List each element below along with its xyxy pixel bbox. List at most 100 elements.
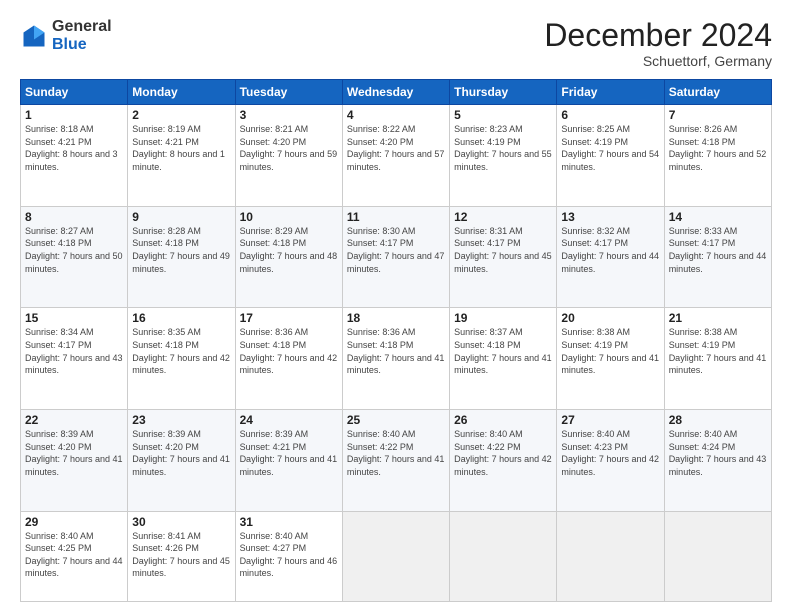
table-row: 20Sunrise: 8:38 AMSunset: 4:19 PMDayligh… <box>557 308 664 410</box>
table-row: 6Sunrise: 8:25 AMSunset: 4:19 PMDaylight… <box>557 105 664 207</box>
day-info: Sunrise: 8:29 AMSunset: 4:18 PMDaylight:… <box>240 225 338 275</box>
table-row: 14Sunrise: 8:33 AMSunset: 4:17 PMDayligh… <box>664 206 771 308</box>
table-row: 19Sunrise: 8:37 AMSunset: 4:18 PMDayligh… <box>450 308 557 410</box>
logo-blue-text: Blue <box>52 36 87 53</box>
day-number: 13 <box>561 210 659 224</box>
day-number: 7 <box>669 108 767 122</box>
day-info: Sunrise: 8:26 AMSunset: 4:18 PMDaylight:… <box>669 123 767 173</box>
day-info: Sunrise: 8:37 AMSunset: 4:18 PMDaylight:… <box>454 326 552 376</box>
day-info: Sunrise: 8:41 AMSunset: 4:26 PMDaylight:… <box>132 530 230 580</box>
day-number: 11 <box>347 210 445 224</box>
day-info: Sunrise: 8:25 AMSunset: 4:19 PMDaylight:… <box>561 123 659 173</box>
table-row <box>664 511 771 601</box>
day-info: Sunrise: 8:40 AMSunset: 4:22 PMDaylight:… <box>454 428 552 478</box>
table-row: 3Sunrise: 8:21 AMSunset: 4:20 PMDaylight… <box>235 105 342 207</box>
day-info: Sunrise: 8:40 AMSunset: 4:27 PMDaylight:… <box>240 530 338 580</box>
table-row: 13Sunrise: 8:32 AMSunset: 4:17 PMDayligh… <box>557 206 664 308</box>
col-saturday: Saturday <box>664 80 771 105</box>
table-row: 11Sunrise: 8:30 AMSunset: 4:17 PMDayligh… <box>342 206 449 308</box>
table-row: 23Sunrise: 8:39 AMSunset: 4:20 PMDayligh… <box>128 410 235 512</box>
day-info: Sunrise: 8:34 AMSunset: 4:17 PMDaylight:… <box>25 326 123 376</box>
table-row: 27Sunrise: 8:40 AMSunset: 4:23 PMDayligh… <box>557 410 664 512</box>
table-row: 5Sunrise: 8:23 AMSunset: 4:19 PMDaylight… <box>450 105 557 207</box>
day-number: 26 <box>454 413 552 427</box>
day-number: 24 <box>240 413 338 427</box>
day-number: 10 <box>240 210 338 224</box>
day-number: 14 <box>669 210 767 224</box>
day-info: Sunrise: 8:33 AMSunset: 4:17 PMDaylight:… <box>669 225 767 275</box>
table-row: 8Sunrise: 8:27 AMSunset: 4:18 PMDaylight… <box>21 206 128 308</box>
col-friday: Friday <box>557 80 664 105</box>
table-row <box>557 511 664 601</box>
day-number: 29 <box>25 515 123 529</box>
table-row: 28Sunrise: 8:40 AMSunset: 4:24 PMDayligh… <box>664 410 771 512</box>
day-number: 9 <box>132 210 230 224</box>
day-info: Sunrise: 8:38 AMSunset: 4:19 PMDaylight:… <box>561 326 659 376</box>
calendar-table: Sunday Monday Tuesday Wednesday Thursday… <box>20 79 772 602</box>
day-info: Sunrise: 8:22 AMSunset: 4:20 PMDaylight:… <box>347 123 445 173</box>
day-number: 5 <box>454 108 552 122</box>
table-row: 18Sunrise: 8:36 AMSunset: 4:18 PMDayligh… <box>342 308 449 410</box>
day-number: 17 <box>240 311 338 325</box>
table-row: 7Sunrise: 8:26 AMSunset: 4:18 PMDaylight… <box>664 105 771 207</box>
day-info: Sunrise: 8:27 AMSunset: 4:18 PMDaylight:… <box>25 225 123 275</box>
day-number: 19 <box>454 311 552 325</box>
table-row: 17Sunrise: 8:36 AMSunset: 4:18 PMDayligh… <box>235 308 342 410</box>
day-number: 4 <box>347 108 445 122</box>
day-info: Sunrise: 8:23 AMSunset: 4:19 PMDaylight:… <box>454 123 552 173</box>
table-row: 24Sunrise: 8:39 AMSunset: 4:21 PMDayligh… <box>235 410 342 512</box>
title-block: December 2024 Schuettorf, Germany <box>544 18 772 69</box>
logo-general-text: General <box>52 18 112 35</box>
day-info: Sunrise: 8:28 AMSunset: 4:18 PMDaylight:… <box>132 225 230 275</box>
day-number: 16 <box>132 311 230 325</box>
table-row: 30Sunrise: 8:41 AMSunset: 4:26 PMDayligh… <box>128 511 235 601</box>
day-info: Sunrise: 8:36 AMSunset: 4:18 PMDaylight:… <box>240 326 338 376</box>
table-row: 31Sunrise: 8:40 AMSunset: 4:27 PMDayligh… <box>235 511 342 601</box>
day-info: Sunrise: 8:40 AMSunset: 4:22 PMDaylight:… <box>347 428 445 478</box>
table-row: 22Sunrise: 8:39 AMSunset: 4:20 PMDayligh… <box>21 410 128 512</box>
table-row <box>450 511 557 601</box>
location-subtitle: Schuettorf, Germany <box>544 53 772 69</box>
col-thursday: Thursday <box>450 80 557 105</box>
day-number: 3 <box>240 108 338 122</box>
table-row: 2Sunrise: 8:19 AMSunset: 4:21 PMDaylight… <box>128 105 235 207</box>
month-title: December 2024 <box>544 18 772 53</box>
day-number: 31 <box>240 515 338 529</box>
day-number: 21 <box>669 311 767 325</box>
day-info: Sunrise: 8:30 AMSunset: 4:17 PMDaylight:… <box>347 225 445 275</box>
logo-icon <box>20 22 48 50</box>
table-row: 26Sunrise: 8:40 AMSunset: 4:22 PMDayligh… <box>450 410 557 512</box>
day-number: 2 <box>132 108 230 122</box>
day-info: Sunrise: 8:40 AMSunset: 4:25 PMDaylight:… <box>25 530 123 580</box>
day-number: 18 <box>347 311 445 325</box>
table-row: 10Sunrise: 8:29 AMSunset: 4:18 PMDayligh… <box>235 206 342 308</box>
day-info: Sunrise: 8:39 AMSunset: 4:20 PMDaylight:… <box>132 428 230 478</box>
day-info: Sunrise: 8:18 AMSunset: 4:21 PMDaylight:… <box>25 123 123 173</box>
day-number: 22 <box>25 413 123 427</box>
day-info: Sunrise: 8:40 AMSunset: 4:24 PMDaylight:… <box>669 428 767 478</box>
day-info: Sunrise: 8:40 AMSunset: 4:23 PMDaylight:… <box>561 428 659 478</box>
day-number: 23 <box>132 413 230 427</box>
day-info: Sunrise: 8:21 AMSunset: 4:20 PMDaylight:… <box>240 123 338 173</box>
day-number: 1 <box>25 108 123 122</box>
day-info: Sunrise: 8:31 AMSunset: 4:17 PMDaylight:… <box>454 225 552 275</box>
day-info: Sunrise: 8:36 AMSunset: 4:18 PMDaylight:… <box>347 326 445 376</box>
calendar-header-row: Sunday Monday Tuesday Wednesday Thursday… <box>21 80 772 105</box>
table-row: 25Sunrise: 8:40 AMSunset: 4:22 PMDayligh… <box>342 410 449 512</box>
day-number: 28 <box>669 413 767 427</box>
table-row: 1Sunrise: 8:18 AMSunset: 4:21 PMDaylight… <box>21 105 128 207</box>
day-info: Sunrise: 8:39 AMSunset: 4:20 PMDaylight:… <box>25 428 123 478</box>
table-row: 4Sunrise: 8:22 AMSunset: 4:20 PMDaylight… <box>342 105 449 207</box>
table-row <box>342 511 449 601</box>
day-number: 30 <box>132 515 230 529</box>
logo: General Blue <box>20 18 112 53</box>
day-info: Sunrise: 8:32 AMSunset: 4:17 PMDaylight:… <box>561 225 659 275</box>
day-number: 20 <box>561 311 659 325</box>
table-row: 12Sunrise: 8:31 AMSunset: 4:17 PMDayligh… <box>450 206 557 308</box>
col-tuesday: Tuesday <box>235 80 342 105</box>
table-row: 29Sunrise: 8:40 AMSunset: 4:25 PMDayligh… <box>21 511 128 601</box>
table-row: 21Sunrise: 8:38 AMSunset: 4:19 PMDayligh… <box>664 308 771 410</box>
table-row: 16Sunrise: 8:35 AMSunset: 4:18 PMDayligh… <box>128 308 235 410</box>
day-info: Sunrise: 8:38 AMSunset: 4:19 PMDaylight:… <box>669 326 767 376</box>
day-number: 27 <box>561 413 659 427</box>
